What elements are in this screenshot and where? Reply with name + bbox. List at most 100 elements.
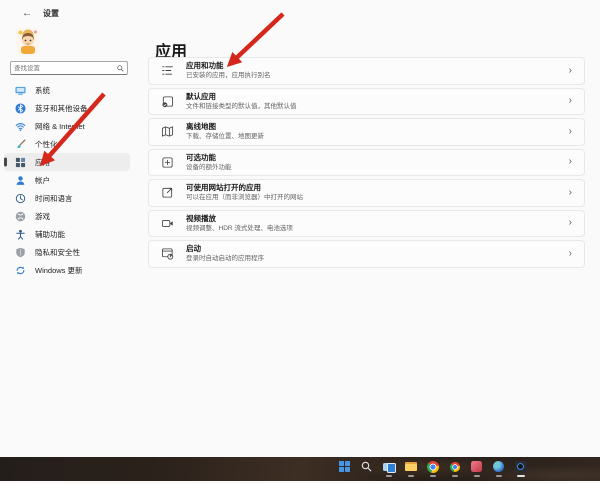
sidebar-item-accounts[interactable]: 帐户	[4, 171, 130, 189]
offline-maps-icon	[161, 125, 174, 138]
privacy-icon	[15, 247, 26, 258]
startup-icon	[161, 247, 174, 260]
network-icon	[15, 121, 26, 132]
card-subtitle: 已安装的应用，应用执行别名	[186, 72, 271, 80]
avatar-illustration	[16, 28, 40, 54]
search-icon	[117, 64, 124, 72]
back-button[interactable]: ←	[22, 8, 32, 19]
card-title: 应用和功能	[186, 61, 224, 71]
sidebar-item-label: 个性化	[35, 139, 58, 149]
sidebar-item-label: Windows 更新	[35, 265, 83, 275]
gaming-icon	[15, 211, 26, 222]
system-icon	[15, 85, 26, 96]
search-box[interactable]	[10, 61, 128, 75]
card-apps-for-websites[interactable]: 可使用网站打开的应用 可以在应用（而非浏览器）中打开的网站 ›	[148, 179, 585, 207]
task-view-icon	[382, 460, 396, 473]
sidebar-item-privacy-security[interactable]: 隐私和安全性	[4, 243, 130, 261]
sidebar-item-windows-update[interactable]: Windows 更新	[4, 261, 130, 279]
card-apps-features[interactable]: 应用和功能 已安装的应用，应用执行别名 ›	[148, 57, 585, 85]
sidebar-item-time-language[interactable]: 时间和语言	[4, 189, 130, 207]
video-playback-icon	[161, 217, 174, 230]
card-subtitle: 登录时自动启动的应用程序	[186, 255, 264, 263]
card-startup[interactable]: 启动 登录时自动启动的应用程序 ›	[148, 240, 585, 268]
chrome-button[interactable]	[426, 460, 439, 477]
start-button[interactable]	[338, 460, 351, 477]
card-title: 视频播放	[186, 213, 216, 223]
chevron-right-icon: ›	[568, 186, 572, 198]
sidebar-item-bluetooth-devices[interactable]: 蓝牙和其他设备	[4, 99, 130, 117]
file-explorer-icon	[404, 460, 417, 473]
card-subtitle: 可以在应用（而非浏览器）中打开的网站	[186, 194, 303, 202]
accessibility-icon	[15, 229, 26, 240]
chevron-right-icon: ›	[568, 156, 572, 168]
sidebar-item-label: 时间和语言	[35, 193, 73, 203]
sidebar-item-label: 蓝牙和其他设备	[35, 103, 88, 113]
chevron-right-icon: ›	[568, 217, 572, 229]
personalization-icon	[15, 139, 26, 150]
search-input[interactable]	[11, 64, 117, 72]
taskbar	[0, 457, 600, 481]
nav-selected-accent-bar	[4, 157, 7, 167]
chevron-right-icon: ›	[568, 125, 572, 137]
chevron-right-icon: ›	[568, 64, 572, 76]
settings-card-list: 应用和功能 已安装的应用，应用执行别名 › 默认应用 文件和链接类型的默认值，其…	[148, 57, 585, 268]
optional-features-icon	[161, 156, 174, 169]
sidebar-item-label: 隐私和安全性	[35, 247, 80, 257]
taskbar-icons	[338, 457, 527, 484]
app-header: ← 设置	[22, 8, 59, 19]
user-avatar	[16, 28, 40, 54]
browser-button[interactable]	[448, 460, 461, 477]
sidebar-item-label: 应用	[35, 157, 50, 167]
time-language-icon	[15, 193, 26, 204]
card-optional-features[interactable]: 可选功能 设备的额外功能 ›	[148, 148, 585, 176]
bluetooth-icon	[15, 102, 26, 114]
apps-for-websites-icon	[161, 186, 174, 199]
chevron-right-icon: ›	[568, 247, 572, 259]
card-offline-maps[interactable]: 离线地图 下载、存储位置、地图更新 ›	[148, 118, 585, 146]
globe-app-button[interactable]	[492, 460, 505, 477]
sidebar-item-label: 游戏	[35, 211, 50, 221]
taskbar-search-icon	[360, 460, 373, 473]
settings-window: ← 设置 系统	[0, 0, 600, 457]
card-title: 启动	[186, 244, 201, 254]
card-title: 可选功能	[186, 152, 216, 162]
sidebar-item-apps[interactable]: 应用	[4, 153, 130, 171]
card-default-apps[interactable]: 默认应用 文件和链接类型的默认值，其他默认值 ›	[148, 87, 585, 115]
sidebar-item-personalization[interactable]: 个性化	[4, 135, 130, 153]
card-subtitle: 下载、存储位置、地图更新	[186, 133, 264, 141]
default-apps-icon	[161, 95, 174, 108]
accounts-icon	[15, 175, 26, 186]
card-title: 离线地图	[186, 122, 216, 132]
card-subtitle: 设备的额外功能	[186, 163, 232, 171]
sidebar-item-label: 网络 & Internet	[35, 121, 85, 131]
apps-icon	[15, 157, 26, 168]
sidebar-item-network-internet[interactable]: 网络 & Internet	[4, 117, 130, 135]
pink-app-icon	[470, 460, 483, 473]
window-title: 设置	[43, 9, 59, 18]
card-video-playback[interactable]: 视频播放 视频调整、HDR 流式处理、电池选项 ›	[148, 209, 585, 237]
chevron-right-icon: ›	[568, 95, 572, 107]
windows-update-icon	[15, 265, 26, 276]
apps-features-icon	[161, 64, 174, 77]
pink-app-button[interactable]	[470, 460, 483, 477]
chrome-icon	[426, 460, 439, 473]
sidebar-item-gaming[interactable]: 游戏	[4, 207, 130, 225]
globe-app-icon	[492, 460, 505, 473]
capture-app-button[interactable]	[514, 460, 527, 477]
sidebar-item-accessibility[interactable]: 辅助功能	[4, 225, 130, 243]
sidebar-item-label: 辅助功能	[35, 229, 65, 239]
card-subtitle: 视频调整、HDR 流式处理、电池选项	[186, 224, 293, 232]
capture-app-icon	[514, 460, 527, 473]
sidebar-nav: 系统 蓝牙和其他设备 网络 & Internet 个性化 应用 帐户 时间和语言…	[4, 81, 130, 279]
card-subtitle: 文件和链接类型的默认值，其他默认值	[186, 102, 297, 110]
windows-start-icon	[338, 460, 351, 473]
sidebar-item-label: 帐户	[35, 175, 50, 185]
file-explorer-button[interactable]	[404, 460, 417, 477]
task-view-button[interactable]	[382, 460, 396, 477]
sidebar-item-label: 系统	[35, 85, 50, 95]
card-title: 可使用网站打开的应用	[186, 183, 261, 193]
browser-icon	[448, 460, 461, 473]
card-title: 默认应用	[186, 91, 216, 101]
taskbar-search-button[interactable]	[360, 460, 373, 477]
sidebar-item-system[interactable]: 系统	[4, 81, 130, 99]
